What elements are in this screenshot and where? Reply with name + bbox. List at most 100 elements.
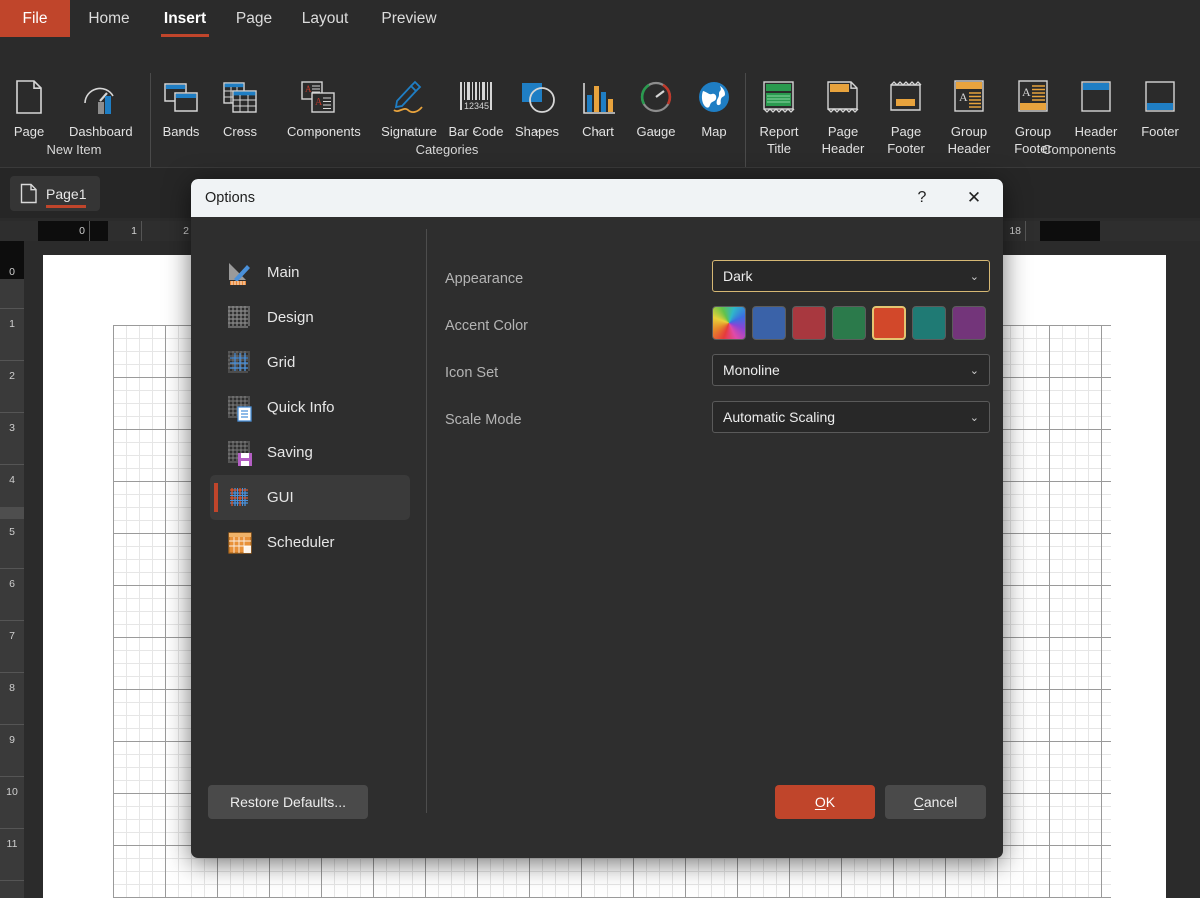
page-header-icon <box>822 75 864 119</box>
ribbon-button-report-title[interactable]: Report Title <box>748 73 810 157</box>
ribbon-tab-bar: File HomeInsertPage Layout Preview <box>0 0 1200 37</box>
dropdown-icon-set[interactable]: Monoline⌄ <box>712 354 990 386</box>
dropdown-scale-mode[interactable]: Automatic Scaling⌄ <box>712 401 990 433</box>
icon-wrap <box>0 73 60 119</box>
ribbon-tab-page[interactable]: Page <box>222 0 286 37</box>
dialog-nav-item-scheduler[interactable]: Scheduler <box>210 520 410 565</box>
cancel-button[interactable]: Cancel <box>885 785 986 819</box>
chevron-down-icon[interactable]: ⌄ <box>590 124 606 136</box>
ribbon-button-group-header[interactable]: A Group Header <box>938 73 1000 157</box>
ribbon-button-label: Report Title <box>748 123 810 157</box>
chevron-down-icon[interactable]: ⌄ <box>529 124 545 136</box>
ribbon-tab-preview[interactable]: Preview <box>364 0 454 37</box>
accent-swatch-red[interactable] <box>792 306 826 340</box>
ribbon-button-page-footer[interactable]: Page Footer <box>875 73 937 157</box>
gauge-icon <box>635 75 677 119</box>
ribbon-button-dashboard[interactable]: Dashboard <box>69 73 131 140</box>
dialog-nav-item-saving[interactable]: Saving <box>210 430 410 475</box>
accent-swatch-green[interactable] <box>832 306 866 340</box>
chevron-down-icon[interactable]: ⌄ <box>648 124 664 136</box>
dialog-nav-item-gui[interactable]: GUI <box>210 475 410 520</box>
ok-button[interactable]: OK <box>775 785 875 819</box>
application-window: FileHomeInsertPageLayoutPreview Page Das… <box>0 0 1200 898</box>
dropdown-value: Dark <box>723 268 970 284</box>
chevron-down-icon[interactable]: ⌄ <box>468 124 484 136</box>
dialog-nav-item-label: Saving <box>267 444 313 461</box>
dropdown-value: Automatic Scaling <box>723 409 970 425</box>
icon-wrap: A A <box>287 73 349 119</box>
quick-info-icon <box>226 394 254 422</box>
ribbon-tab-label: Layout <box>302 10 349 28</box>
icon-wrap <box>226 439 254 467</box>
help-icon[interactable]: ? <box>899 179 945 217</box>
icon-wrap <box>683 73 745 119</box>
close-icon[interactable]: ✕ <box>945 179 1003 217</box>
icon-wrap <box>625 73 687 119</box>
accent-swatch-orange[interactable] <box>872 306 906 340</box>
ribbon-button-footer[interactable]: Footer <box>1129 73 1191 140</box>
components-icon: A A <box>297 75 339 119</box>
page-tab-page1[interactable]: Page1 <box>10 176 100 211</box>
accent-swatch-teal[interactable] <box>912 306 946 340</box>
svg-text:12345: 12345 <box>464 101 489 111</box>
ribbon-button-page-header[interactable]: Page Header <box>812 73 874 157</box>
ribbon-tab-label: File <box>23 10 48 28</box>
chevron-down-icon[interactable]: ⌄ <box>970 411 979 424</box>
restore-defaults-button[interactable]: Restore Defaults... <box>208 785 368 819</box>
chevron-down-icon[interactable]: ⌄ <box>232 124 248 136</box>
dropdown-value: Monoline <box>723 362 970 378</box>
ribbon-button-label: Map <box>683 123 745 140</box>
accent-swatch-purple[interactable] <box>952 306 986 340</box>
ribbon-group-label: Categories <box>377 142 517 157</box>
chevron-down-icon[interactable]: ⌄ <box>970 270 979 283</box>
dialog-nav-item-label: Quick Info <box>267 399 335 416</box>
page-footer-icon <box>885 75 927 119</box>
v-ruler-tick-label: 4 <box>0 454 24 506</box>
ribbon-button-page[interactable]: Page <box>0 73 60 140</box>
chevron-down-icon[interactable]: ⌄ <box>173 124 189 136</box>
saving-floppy-icon <box>226 439 254 467</box>
cancel-suffix: ancel <box>924 794 957 810</box>
ribbon-button-header[interactable]: Header <box>1065 73 1127 140</box>
ruler-margin-region <box>1040 221 1100 241</box>
main-ruler-pencil-icon <box>226 259 254 287</box>
ribbon-tab-insert[interactable]: Insert <box>148 0 222 37</box>
icon-wrap <box>1065 73 1127 119</box>
ribbon-tab-home[interactable]: Home <box>70 0 148 37</box>
chevron-down-icon[interactable]: ⌄ <box>970 364 979 377</box>
chevron-down-icon[interactable]: ⌄ <box>310 124 326 136</box>
settings-row: AppearanceDark⌄ <box>445 260 990 307</box>
dialog-nav-item-quick-info[interactable]: Quick Info <box>210 385 410 430</box>
accent-swatch-rainbow[interactable] <box>712 306 746 340</box>
v-ruler-tick-label: 6 <box>0 558 24 610</box>
dialog-nav-item-design[interactable]: Design <box>210 295 410 340</box>
icon-wrap <box>226 394 254 422</box>
icon-wrap <box>506 73 568 119</box>
ribbon-tab-file[interactable]: File <box>0 0 70 37</box>
dashboard-icon <box>79 75 121 119</box>
accent-swatch-blue[interactable] <box>752 306 786 340</box>
svg-text:A: A <box>305 84 312 94</box>
ribbon-tab-layout[interactable]: Layout <box>286 0 364 37</box>
v-ruler-tick-label: 9 <box>0 714 24 766</box>
dropdown-appearance[interactable]: Dark⌄ <box>712 260 990 292</box>
v-ruler-tick-label: 10 <box>0 766 24 818</box>
ribbon-button-label: Footer <box>1129 123 1191 140</box>
v-ruler-tick-label: 11 <box>0 818 24 870</box>
dialog-nav-item-main[interactable]: Main <box>210 250 410 295</box>
ribbon-group-label: Components <box>1009 142 1149 157</box>
dialog-title: Options <box>191 190 899 206</box>
dialog-nav-item-grid[interactable]: Grid <box>210 340 410 385</box>
chevron-down-icon[interactable]: ⌄ <box>401 124 417 136</box>
gui-grid-icon <box>226 484 254 512</box>
ribbon-button-map[interactable]: Map <box>683 73 745 140</box>
report-title-icon <box>758 75 800 119</box>
icon-wrap: A <box>1002 73 1064 119</box>
icon-wrap <box>748 73 810 119</box>
settings-row: Scale ModeAutomatic Scaling⌄ <box>445 401 990 448</box>
settings-row: Icon SetMonoline⌄ <box>445 354 990 401</box>
map-icon <box>693 75 735 119</box>
icon-wrap: A <box>938 73 1000 119</box>
vertical-ruler[interactable]: 01234567891011 <box>0 241 24 898</box>
dialog-nav-item-label: Main <box>267 264 300 281</box>
